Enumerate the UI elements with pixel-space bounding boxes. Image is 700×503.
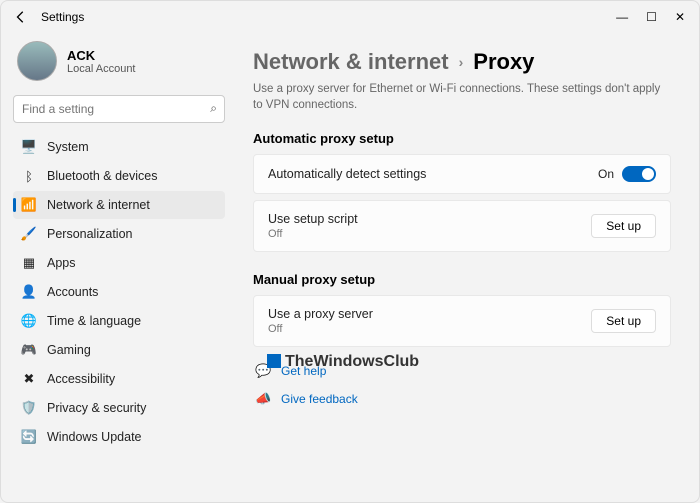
nav-icon: 🔄 xyxy=(21,429,37,445)
page-title: Proxy xyxy=(473,49,534,75)
nav-icon: 👤 xyxy=(21,284,37,300)
setup-script-state: Off xyxy=(268,228,358,240)
sidebar-item-gaming[interactable]: 🎮 Gaming xyxy=(13,336,225,364)
user-name: ACK xyxy=(67,48,136,63)
auto-detect-state: On xyxy=(598,167,614,181)
sidebar-item-label: Apps xyxy=(47,256,76,270)
nav-icon: 🖥️ xyxy=(21,139,37,155)
window-title: Settings xyxy=(41,10,84,24)
manual-proxy-button[interactable]: Set up xyxy=(591,309,656,333)
sidebar-item-accounts[interactable]: 👤 Accounts xyxy=(13,278,225,306)
give-feedback-link[interactable]: 📣 Give feedback xyxy=(253,385,671,413)
auto-section-title: Automatic proxy setup xyxy=(253,131,671,146)
nav-icon: 🖌️ xyxy=(21,226,37,242)
back-button[interactable] xyxy=(9,5,33,29)
sidebar-item-apps[interactable]: ▦ Apps xyxy=(13,249,225,277)
give-feedback-label: Give feedback xyxy=(281,392,358,406)
nav-icon: 📶 xyxy=(21,197,37,213)
user-subtitle: Local Account xyxy=(67,63,136,75)
sidebar-item-label: Accounts xyxy=(47,285,98,299)
sidebar-item-label: Network & internet xyxy=(47,198,150,212)
help-icon: 💬 xyxy=(255,363,271,379)
nav-icon: ᛒ xyxy=(21,168,37,184)
page-description: Use a proxy server for Ethernet or Wi-Fi… xyxy=(253,81,671,113)
manual-section-title: Manual proxy setup xyxy=(253,272,671,287)
auto-detect-toggle[interactable] xyxy=(622,166,656,182)
nav-icon: ✖ xyxy=(21,371,37,387)
sidebar-item-label: Personalization xyxy=(47,227,132,241)
sidebar-item-label: Time & language xyxy=(47,314,141,328)
sidebar-item-label: Bluetooth & devices xyxy=(47,169,158,183)
feedback-icon: 📣 xyxy=(255,391,271,407)
setup-script-button[interactable]: Set up xyxy=(591,214,656,238)
chevron-right-icon: › xyxy=(459,54,464,70)
sidebar-item-system[interactable]: 🖥️ System xyxy=(13,133,225,161)
sidebar-item-label: Gaming xyxy=(47,343,91,357)
get-help-label: Get help xyxy=(281,364,326,378)
sidebar-item-label: Windows Update xyxy=(47,430,142,444)
manual-proxy-row: Use a proxy server Off Set up xyxy=(253,295,671,347)
sidebar-item-label: System xyxy=(47,140,89,154)
setup-script-row: Use setup script Off Set up xyxy=(253,200,671,252)
sidebar-item-accessibility[interactable]: ✖ Accessibility xyxy=(13,365,225,393)
sidebar-item-windows-update[interactable]: 🔄 Windows Update xyxy=(13,423,225,451)
sidebar-item-network-internet[interactable]: 📶 Network & internet xyxy=(13,191,225,219)
nav-icon: ▦ xyxy=(21,255,37,271)
sidebar-item-time-language[interactable]: 🌐 Time & language xyxy=(13,307,225,335)
get-help-link[interactable]: 💬 Get help xyxy=(253,357,671,385)
sidebar-item-personalization[interactable]: 🖌️ Personalization xyxy=(13,220,225,248)
auto-detect-label: Automatically detect settings xyxy=(268,167,426,181)
user-profile[interactable]: ACK Local Account xyxy=(13,37,225,95)
sidebar-item-privacy-security[interactable]: 🛡️ Privacy & security xyxy=(13,394,225,422)
nav-icon: 🛡️ xyxy=(21,400,37,416)
sidebar-item-label: Privacy & security xyxy=(47,401,146,415)
manual-proxy-state: Off xyxy=(268,323,373,335)
breadcrumb-parent[interactable]: Network & internet xyxy=(253,49,449,75)
sidebar-item-bluetooth-devices[interactable]: ᛒ Bluetooth & devices xyxy=(13,162,225,190)
minimize-button[interactable]: — xyxy=(616,10,628,24)
auto-detect-row: Automatically detect settings On xyxy=(253,154,671,194)
search-icon: ⌕ xyxy=(210,101,217,116)
setup-script-label: Use setup script xyxy=(268,212,358,226)
search-container: ⌕ xyxy=(13,95,225,123)
maximize-button[interactable]: ☐ xyxy=(646,10,657,24)
avatar xyxy=(17,41,57,81)
nav-icon: 🌐 xyxy=(21,313,37,329)
search-input[interactable] xyxy=(13,95,225,123)
sidebar-item-label: Accessibility xyxy=(47,372,115,386)
close-button[interactable]: ✕ xyxy=(675,10,685,24)
manual-proxy-label: Use a proxy server xyxy=(268,307,373,321)
nav-icon: 🎮 xyxy=(21,342,37,358)
